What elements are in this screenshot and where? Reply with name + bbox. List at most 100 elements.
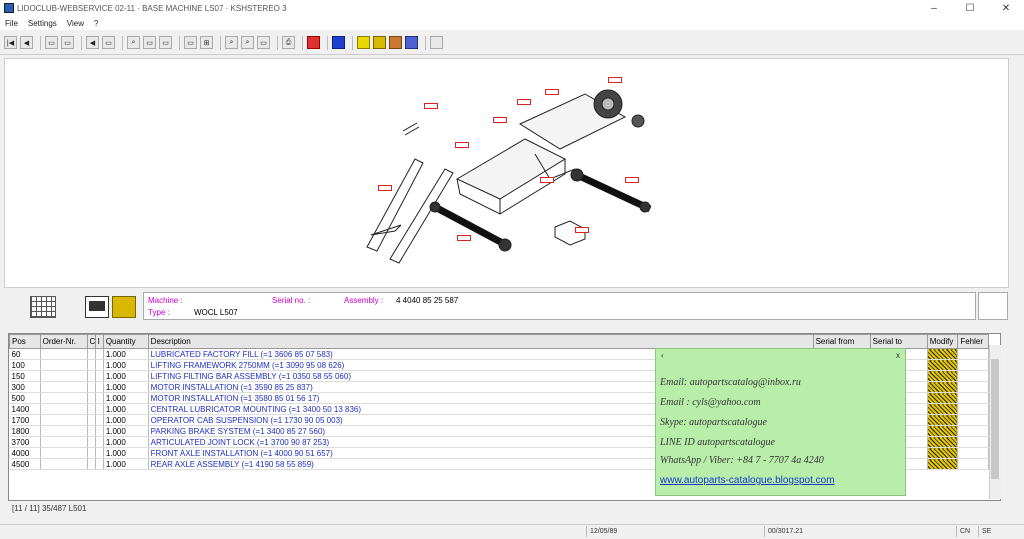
zoom-icon[interactable]: ⌕ xyxy=(127,36,140,49)
part-callout[interactable] xyxy=(625,177,639,183)
i-cell xyxy=(95,458,104,470)
pos-cell: 300 xyxy=(9,381,41,393)
grid-view-icon[interactable] xyxy=(30,296,56,318)
copy-button[interactable]: ▭ xyxy=(102,36,115,49)
menu-file[interactable]: File xyxy=(0,19,23,28)
modify-icon[interactable] xyxy=(927,414,959,426)
page-icon[interactable]: ▭ xyxy=(159,36,172,49)
maximize-button[interactable]: ☐ xyxy=(952,0,988,16)
key-icon[interactable] xyxy=(112,296,136,318)
prev-page-button[interactable]: ◀ xyxy=(20,36,33,49)
col-pos[interactable]: Pos xyxy=(9,334,41,349)
modify-icon[interactable] xyxy=(927,403,959,415)
open-button[interactable]: ▭ xyxy=(45,36,58,49)
i-cell xyxy=(95,348,104,360)
modify-icon[interactable] xyxy=(927,359,959,371)
menu-settings[interactable]: Settings xyxy=(23,19,62,28)
blue-square-icon[interactable] xyxy=(332,36,345,49)
part-callout[interactable] xyxy=(608,77,622,83)
order-nr-cell xyxy=(40,414,88,426)
pos-cell: 4500 xyxy=(9,458,41,470)
fit-icon[interactable]: ▭ xyxy=(257,36,270,49)
modify-icon[interactable] xyxy=(927,370,959,382)
red-square-icon[interactable] xyxy=(307,36,320,49)
yellow-note-icon[interactable] xyxy=(357,36,370,49)
zoom-out-icon[interactable]: ⌕ xyxy=(241,36,254,49)
part-callout[interactable] xyxy=(575,227,589,233)
part-callout[interactable] xyxy=(424,103,438,109)
first-page-button[interactable]: |◀ xyxy=(4,36,17,49)
close-button[interactable]: ✕ xyxy=(988,0,1024,16)
window-title: LIDOCLUB-WEBSERVICE 02-11 · BASE MACHINE… xyxy=(17,3,287,13)
menu-view[interactable]: View xyxy=(62,19,89,28)
fehler-cell xyxy=(957,370,989,382)
grid-icon[interactable]: ⊞ xyxy=(200,36,213,49)
part-callout[interactable] xyxy=(493,117,507,123)
col-quantity[interactable]: Quantity xyxy=(102,334,149,349)
serial-label: Serial no. : xyxy=(272,296,311,305)
status-lang: CN xyxy=(956,526,978,537)
type-value: WOCL L507 xyxy=(194,308,238,317)
back-button[interactable]: ◀ xyxy=(86,36,99,49)
fehler-cell xyxy=(957,381,989,393)
modify-icon[interactable] xyxy=(927,392,959,404)
popup-close-icon[interactable]: x xyxy=(896,351,900,360)
edit-icon[interactable] xyxy=(405,36,418,49)
part-callout[interactable] xyxy=(545,89,559,95)
modify-icon[interactable] xyxy=(927,458,959,470)
part-callout[interactable] xyxy=(457,235,471,241)
fehler-cell xyxy=(957,436,989,448)
quantity-cell: 1.000 xyxy=(103,392,149,404)
part-callout[interactable] xyxy=(455,142,469,148)
col-fehler[interactable]: Fehler xyxy=(957,334,989,349)
popup-back-icon[interactable]: ‹ xyxy=(661,351,664,360)
col-i[interactable]: I xyxy=(94,334,104,349)
document-icon[interactable] xyxy=(85,296,109,318)
order-nr-cell xyxy=(40,359,88,371)
col-c[interactable]: C xyxy=(86,334,96,349)
c-cell xyxy=(87,403,96,415)
quantity-cell: 1.000 xyxy=(103,458,149,470)
toolbar-separator xyxy=(220,35,221,50)
minimize-button[interactable]: – xyxy=(916,0,952,16)
exploded-diagram-canvas[interactable] xyxy=(4,58,1009,288)
search-icon[interactable]: ▭ xyxy=(184,36,197,49)
print-icon[interactable]: ⎙ xyxy=(282,36,295,49)
modify-icon[interactable] xyxy=(927,425,959,437)
zoom-in-icon[interactable]: ⌕ xyxy=(225,36,238,49)
table-scrollbar[interactable] xyxy=(989,345,1001,499)
page-icon[interactable]: ▭ xyxy=(143,36,156,49)
col-serial-from[interactable]: Serial from xyxy=(812,334,871,349)
order-nr-cell xyxy=(40,381,88,393)
menu-bar: File Settings View ? xyxy=(0,16,1024,30)
c-cell xyxy=(87,458,96,470)
i-cell xyxy=(95,370,104,382)
popup-whatsapp: WhatsApp / Viber: +84 7 - 7707 4a 4240 xyxy=(660,455,824,466)
popup-website-link[interactable]: www.autoparts-catalogue.blogspot.com xyxy=(660,475,835,486)
save-button[interactable]: ▭ xyxy=(61,36,74,49)
toolbar-separator xyxy=(277,35,278,50)
pos-cell: 1800 xyxy=(9,425,41,437)
col-description[interactable]: Description xyxy=(147,334,814,349)
part-callout[interactable] xyxy=(378,185,392,191)
pos-cell: 100 xyxy=(9,359,41,371)
modify-icon[interactable] xyxy=(927,447,959,459)
modify-icon[interactable] xyxy=(927,381,959,393)
status-date: 12/05/89 xyxy=(586,526,760,537)
part-callout[interactable] xyxy=(517,99,531,105)
part-callout[interactable] xyxy=(540,177,554,183)
camera-icon[interactable] xyxy=(430,36,443,49)
col-serial-to[interactable]: Serial to xyxy=(869,334,928,349)
pos-cell: 60 xyxy=(9,348,41,360)
quantity-cell: 1.000 xyxy=(103,425,149,437)
scrollbar-thumb[interactable] xyxy=(991,359,999,479)
menu-help[interactable]: ? xyxy=(89,19,103,28)
modify-icon[interactable] xyxy=(927,348,959,360)
modify-icon[interactable] xyxy=(927,436,959,448)
key-icon[interactable] xyxy=(373,36,386,49)
col-order-nr[interactable]: Order-Nr. xyxy=(39,334,88,349)
toolbar-separator xyxy=(122,35,123,50)
basket-icon[interactable] xyxy=(389,36,402,49)
status-code: 00/3017.21 xyxy=(764,526,948,537)
col-modify[interactable]: Modify xyxy=(926,334,959,349)
